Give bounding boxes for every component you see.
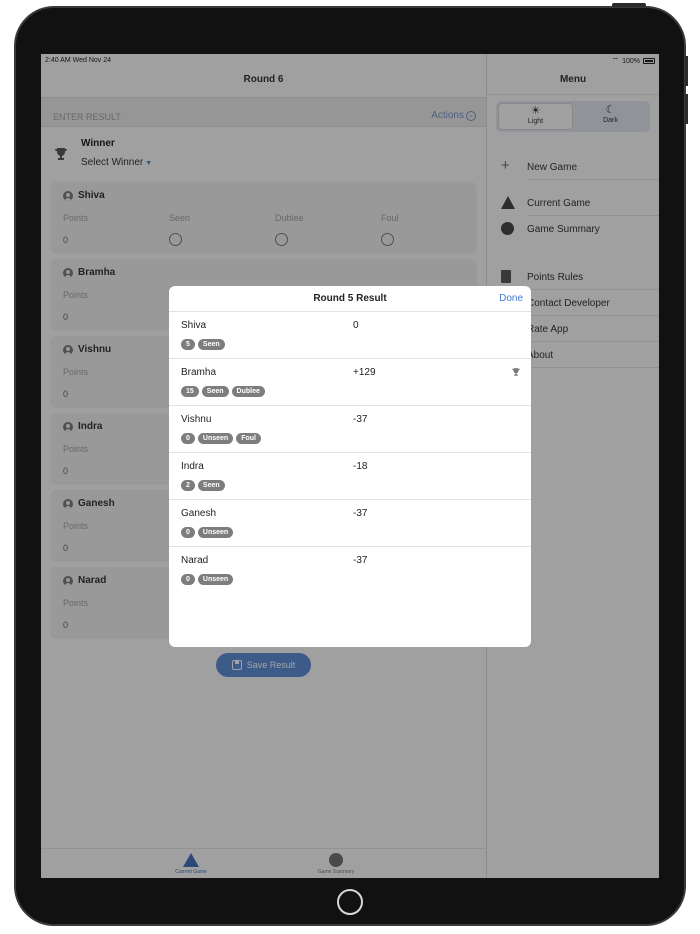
result-row: Bramha +129 15 Seen Dublee — [169, 359, 531, 406]
modal-title: Round 5 Result — [313, 293, 387, 304]
result-tags: 0 Unseen Foul — [181, 433, 261, 444]
status-badge: Unseen — [197, 574, 234, 585]
home-button[interactable] — [337, 889, 363, 915]
result-score: -37 — [353, 555, 368, 566]
result-tags: 15 Seen Dublee — [181, 386, 265, 397]
result-player-name: Vishnu — [181, 414, 212, 425]
result-row: Vishnu -37 0 Unseen Foul — [169, 406, 531, 453]
volume-down-button — [685, 94, 688, 124]
points-badge: 0 — [181, 433, 195, 444]
screen: Round 6 ENTER RESULT Actions ⌄ Winner Se… — [41, 54, 659, 878]
status-badge: Unseen — [197, 433, 234, 444]
result-score: -18 — [353, 461, 368, 472]
status-badge: Unseen — [197, 527, 234, 538]
result-tags: 5 Seen — [181, 339, 225, 350]
status-badge: Seen — [201, 386, 229, 397]
result-tags: 0 Unseen — [181, 574, 234, 585]
result-row: Indra -18 2 Seen — [169, 453, 531, 500]
result-tags: 2 Seen — [181, 480, 225, 491]
status-badge: Seen — [197, 339, 225, 350]
done-button[interactable]: Done — [499, 293, 523, 304]
power-button — [612, 3, 646, 7]
result-row: Ganesh -37 0 Unseen — [169, 500, 531, 547]
status-badge: Seen — [197, 480, 225, 491]
result-row: Shiva 0 5 Seen — [169, 312, 531, 359]
result-score: +129 — [353, 367, 376, 378]
points-badge: 0 — [181, 574, 195, 585]
result-row: Narad -37 0 Unseen — [169, 547, 531, 594]
points-badge: 0 — [181, 527, 195, 538]
result-score: -37 — [353, 508, 368, 519]
points-badge: 5 — [181, 339, 195, 350]
result-player-name: Bramha — [181, 367, 217, 378]
result-player-name: Indra — [181, 461, 204, 472]
result-tags: 0 Unseen — [181, 527, 234, 538]
round-result-modal: Round 5 Result Done Shiva 0 5 Seen Bramh… — [169, 286, 531, 647]
result-player-name: Ganesh — [181, 508, 217, 519]
status-badge: Foul — [236, 433, 261, 444]
volume-up-button — [685, 56, 688, 86]
result-player-name: Narad — [181, 555, 209, 566]
result-score: -37 — [353, 414, 368, 425]
result-score: 0 — [353, 320, 359, 331]
result-player-name: Shiva — [181, 320, 207, 331]
status-badge: Dublee — [231, 386, 265, 397]
trophy-icon — [512, 368, 520, 376]
points-badge: 2 — [181, 480, 195, 491]
points-badge: 15 — [181, 386, 199, 397]
